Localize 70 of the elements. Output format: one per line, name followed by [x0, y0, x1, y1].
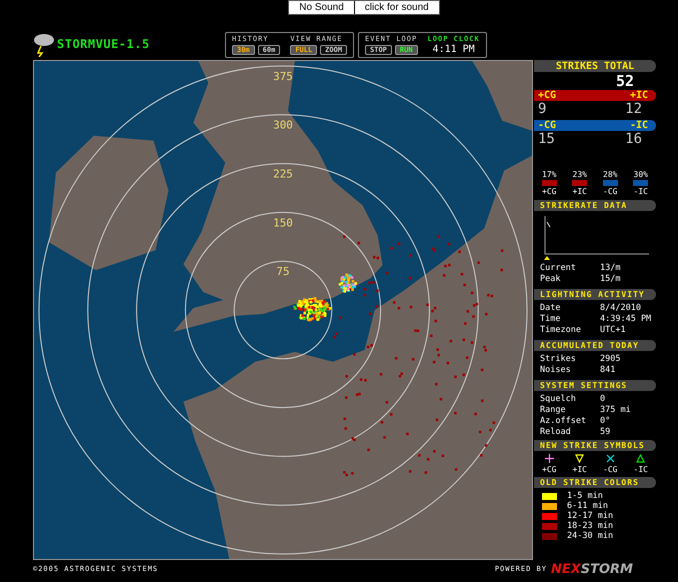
legend-label: 1-5 min: [567, 491, 603, 501]
stat-label: Date: [540, 303, 562, 314]
percent-value: 17%: [542, 170, 556, 179]
stat-value: 13/m: [600, 263, 620, 274]
range-label: 225: [273, 168, 293, 181]
range-label: 150: [273, 216, 293, 230]
stat-value: UTC+1: [600, 325, 626, 336]
landmass: [472, 61, 532, 131]
legend-label: 18-23 min: [567, 521, 614, 531]
stat-label: Strikes: [540, 354, 577, 365]
percent-label: -CG: [603, 187, 618, 196]
loop-clock-time: 4:11 PM: [432, 44, 476, 55]
symbol-label: -CG: [603, 465, 618, 474]
cross-icon: [606, 454, 615, 463]
count-label: +IC: [630, 90, 648, 101]
range-label: 375: [273, 70, 293, 83]
count-value: 9: [538, 101, 546, 119]
section-header: STRIKERATE DATA: [534, 200, 656, 211]
count-label: -CG: [538, 120, 556, 131]
legend-label: 12-17 min: [567, 511, 614, 521]
section-header: SYSTEM SETTINGS: [534, 380, 656, 391]
percent-value: 30%: [634, 170, 648, 179]
legend-label: 6-11 min: [567, 501, 608, 511]
stat-value: 59: [600, 427, 610, 438]
percent-value: 23%: [572, 170, 587, 179]
app-logo: STORMVUE-1.5: [57, 37, 150, 51]
stat-value: 15/m: [600, 274, 620, 285]
symbol-label: -IC: [634, 465, 648, 474]
stat-value: 2905: [600, 354, 620, 365]
percent-label: +CG: [542, 187, 556, 196]
section-header: OLD STRIKE COLORS: [534, 477, 656, 488]
section-header: LIGHTNING ACTIVITY: [534, 289, 656, 300]
section-header: ACCUMULATED TODAY: [534, 340, 656, 351]
stat-value: 375 mi: [600, 405, 631, 416]
percent-label: -IC: [634, 187, 648, 196]
stat-value: 0: [600, 394, 606, 405]
symbol-label: +CG: [542, 465, 556, 474]
stat-value: 841: [600, 365, 616, 376]
count-value: 12: [625, 101, 642, 119]
storm-cloud-icon: [33, 31, 55, 57]
triangle-down-icon: [575, 454, 584, 463]
sound-toggle[interactable]: No Sound click for sound: [288, 0, 440, 15]
stat-label: Timezone: [540, 325, 582, 336]
percent-value: 28%: [603, 170, 618, 179]
stat-value: 0°: [600, 416, 610, 427]
stat-label: Peak: [540, 274, 562, 285]
count-value: 15: [538, 131, 555, 149]
stat-label: Range: [540, 405, 567, 416]
section-header: NEW STRIKE SYMBOLS: [534, 440, 656, 451]
range-label: 75: [276, 265, 290, 278]
stat-value: 4:39:45 PM: [600, 314, 652, 325]
plus-icon: [544, 454, 554, 463]
stat-label: Noises: [540, 365, 572, 376]
stat-label: Az.offset: [540, 416, 588, 427]
stat-label: Reload: [540, 427, 572, 438]
count-value: 16: [625, 131, 642, 149]
triangle-up-icon: [636, 454, 646, 463]
total-value: 52: [614, 72, 635, 90]
range-label: 300: [273, 118, 293, 132]
legend-label: 24-30 min: [567, 531, 614, 541]
percent-label: +IC: [572, 187, 587, 196]
stat-label: Squelch: [540, 394, 577, 405]
stat-label: Current: [540, 263, 577, 274]
stat-value: 8/4/2010: [600, 303, 641, 314]
brand-logo: NEXSTORM: [550, 562, 633, 576]
count-label: +CG: [538, 90, 556, 101]
count-label: -IC: [630, 120, 648, 131]
section-header: STRIKES TOTAL: [534, 60, 656, 72]
stat-label: Time: [540, 314, 562, 325]
symbol-label: +IC: [572, 465, 587, 474]
